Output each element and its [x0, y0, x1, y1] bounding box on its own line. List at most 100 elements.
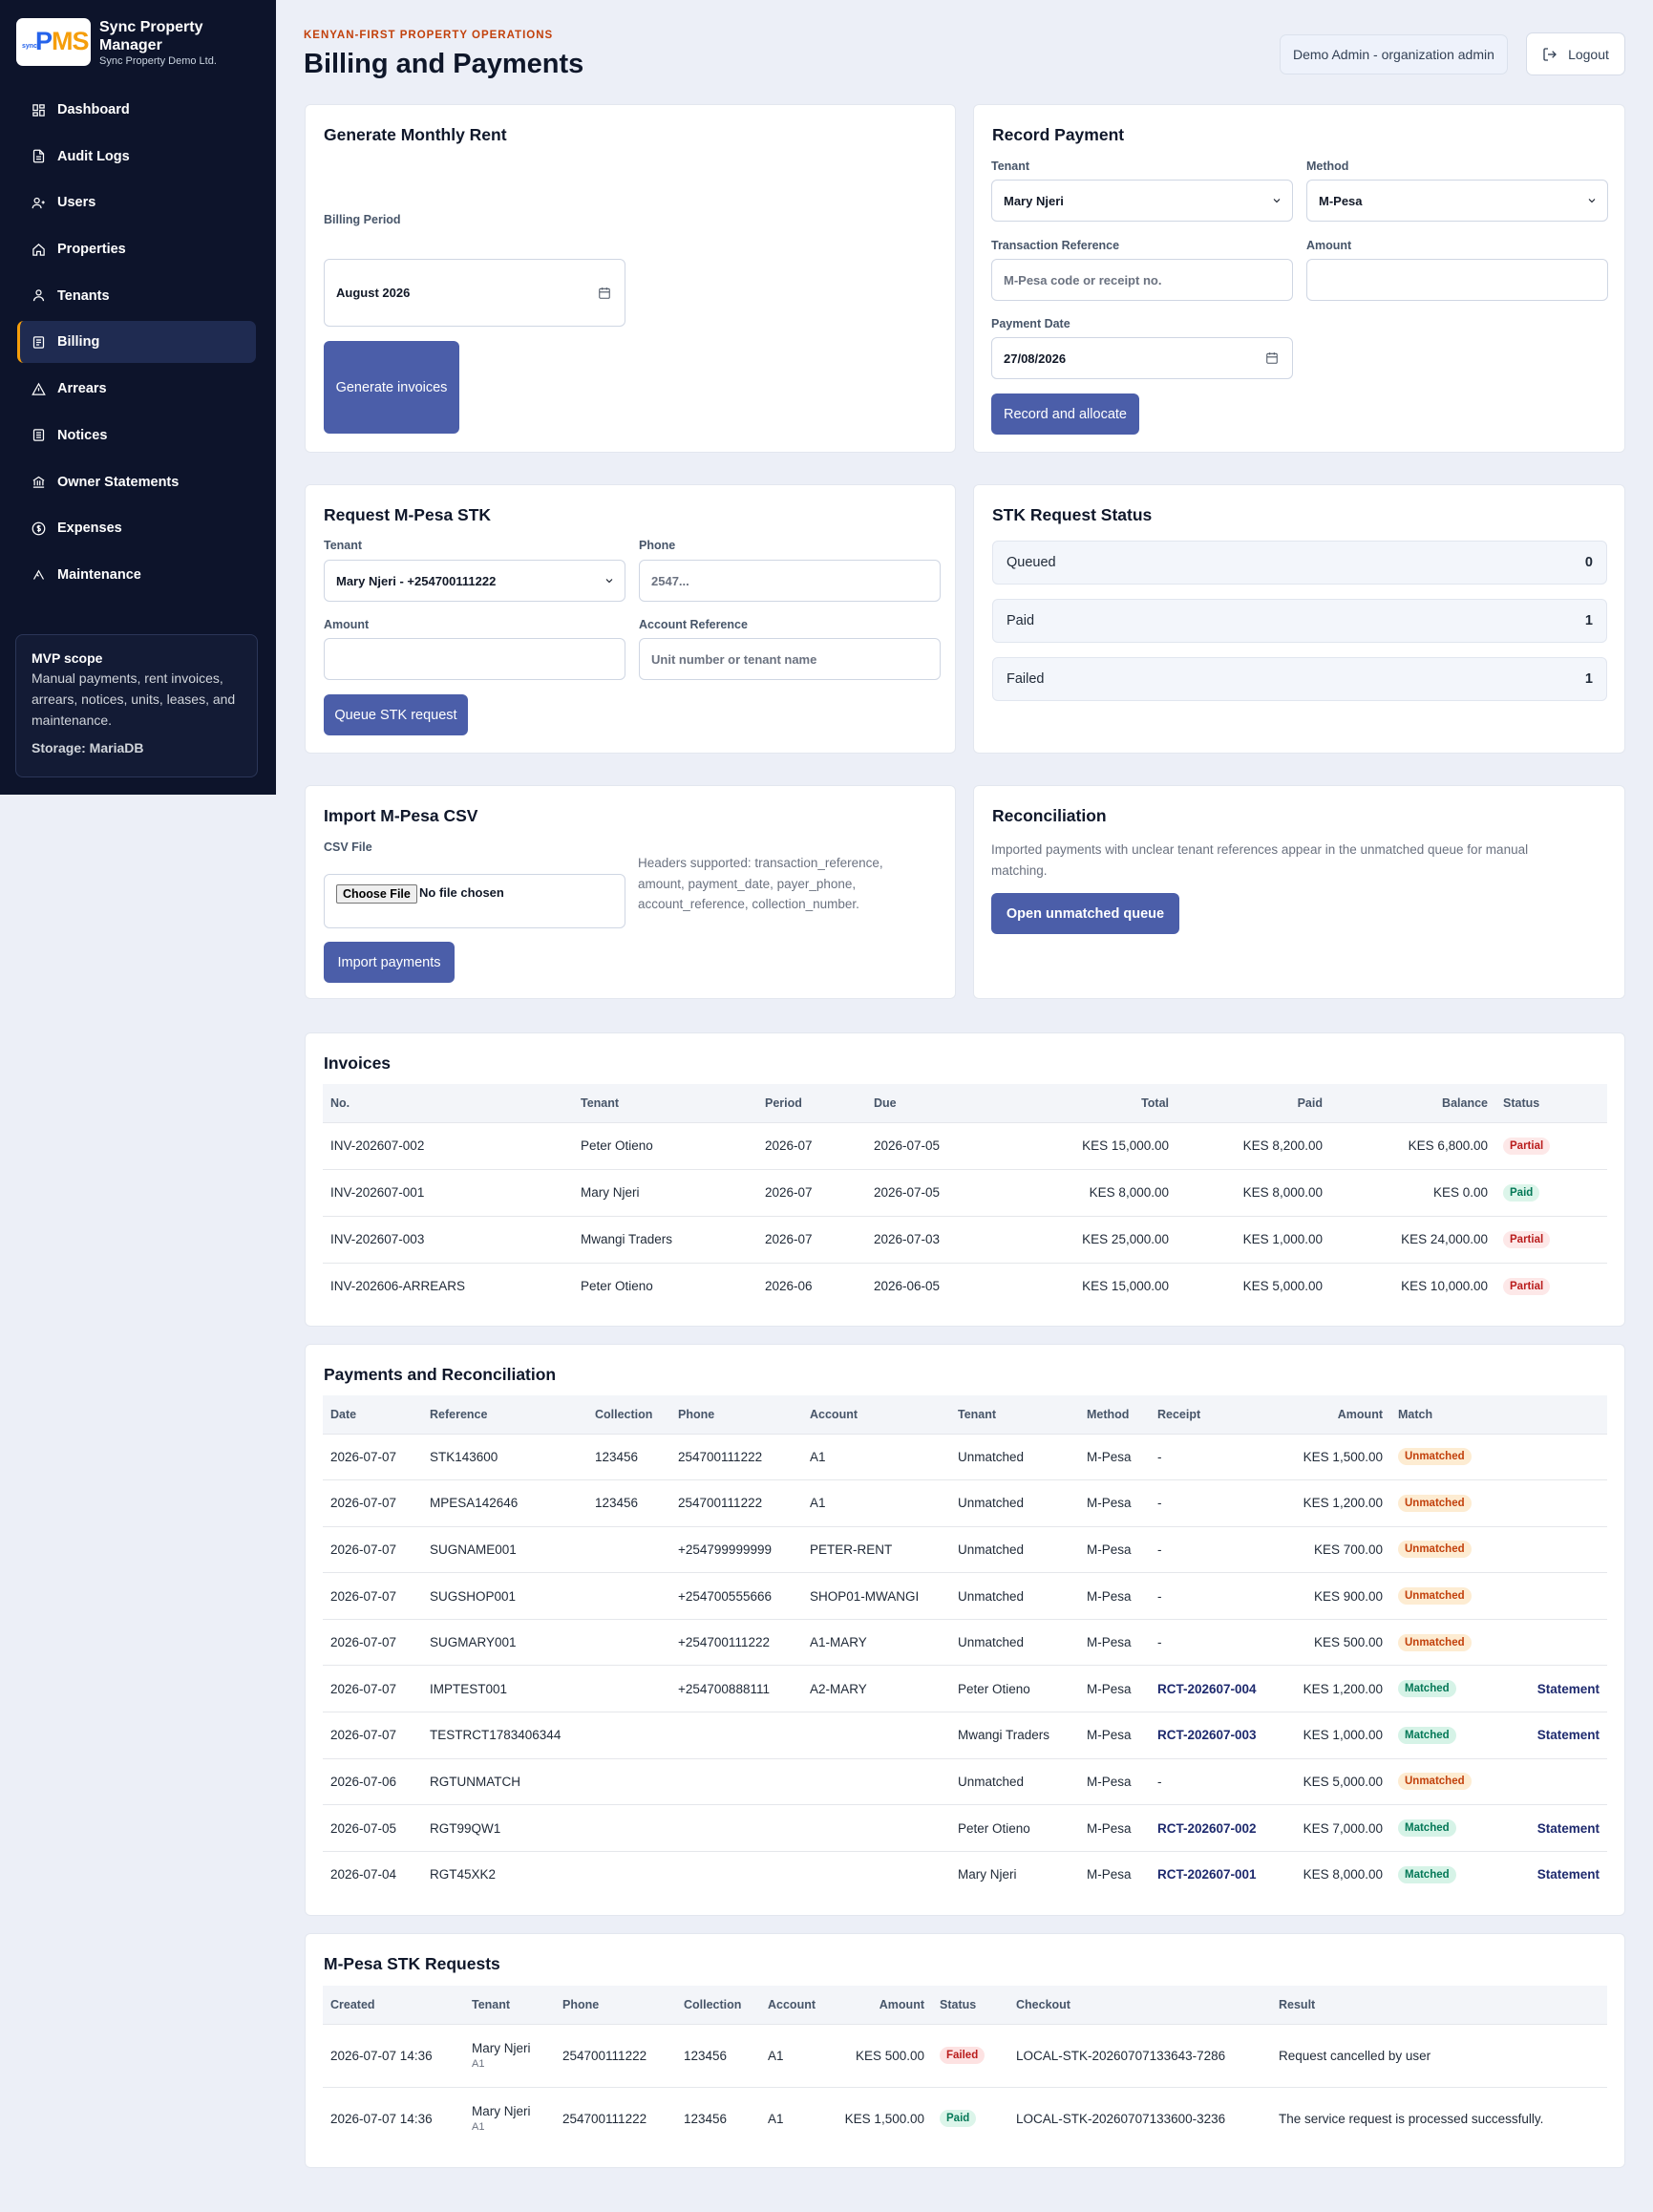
stk-tenant-select[interactable]: Mary Njeri - +254700111222	[324, 560, 625, 602]
column-header: Status	[1503, 1095, 1540, 1110]
table-cell: RCT-202607-003	[1150, 1712, 1270, 1759]
table-cell: Mwangi Traders	[950, 1712, 1079, 1759]
table-row: 2026-07-04 RGT45XK2 Mary Njeri M-Pesa RCT-20…	[323, 1850, 1607, 1898]
account-reference-input[interactable]: Unit number or tenant name	[639, 638, 941, 680]
table-row: 2026-07-07 14:36 Mary Njeri A1 254700111222…	[323, 2023, 1607, 2087]
brand[interactable]: sync PMS Sync Property Manager Sync Prop…	[16, 18, 233, 67]
tenant-name: Mary Njeri	[472, 2041, 531, 2055]
transaction-reference-label: Transaction Reference	[991, 239, 1120, 252]
statement-link[interactable]: Statement	[1537, 1728, 1600, 1742]
sidebar-item-notices[interactable]: Notices	[17, 415, 256, 457]
receipt-link[interactable]: RCT-202607-003	[1157, 1728, 1257, 1742]
column-header: Paid	[1297, 1095, 1323, 1110]
generate-invoices-button[interactable]: Generate invoices	[324, 341, 459, 434]
table-cell: A1-MARY	[802, 1618, 950, 1666]
sidebar-item-expenses[interactable]: Expenses	[17, 507, 256, 549]
sidebar-item-audit-logs[interactable]: Audit Logs	[17, 136, 256, 178]
receipt-link[interactable]: RCT-202607-001	[1157, 1867, 1257, 1882]
table-row: 2026-07-05 RGT99QW1 Peter Otieno M-Pesa RCT-…	[323, 1804, 1607, 1852]
column-header: Tenant	[958, 1407, 997, 1421]
table-row: 2026-07-06 RGTUNMATCH Unmatched M-Pesa - KES …	[323, 1757, 1607, 1805]
sidebar-item-label: Maintenance	[57, 566, 141, 583]
sidebar-item-label: Tenants	[57, 287, 110, 304]
sidebar-item-tenants[interactable]: Tenants	[17, 275, 256, 317]
sidebar-item-dashboard[interactable]: Dashboard	[17, 89, 256, 131]
choose-file-button[interactable]: Choose File	[336, 884, 417, 904]
table-cell: A1	[760, 2023, 824, 2087]
reconciliation-text: Imported payments with unclear tenant re…	[991, 842, 1529, 878]
logo-letters-ms: MS	[52, 27, 89, 55]
column-header: Account	[768, 1997, 816, 2011]
calendar-icon[interactable]	[598, 287, 611, 300]
receipt-link[interactable]: RCT-202607-002	[1157, 1821, 1257, 1836]
table-cell: M-Pesa	[1079, 1757, 1150, 1805]
open-unmatched-queue-button[interactable]: Open unmatched queue	[991, 893, 1179, 934]
brand-org: Sync Property Demo Ltd.	[99, 55, 217, 67]
table-cell: Mary Njeri	[950, 1850, 1079, 1898]
import-csv-title: Import M-Pesa CSV	[324, 806, 478, 825]
table-cell: PETER-RENT	[802, 1525, 950, 1573]
tenant-select[interactable]: Mary Njeri	[991, 180, 1293, 222]
user-chip[interactable]: Demo Admin - organization admin	[1280, 34, 1508, 74]
stat-label: Queued	[1007, 555, 1056, 570]
table-cell: A1	[802, 1479, 950, 1527]
csv-file-input[interactable]: Choose File No file chosen	[324, 874, 625, 928]
table-cell: +254700111222	[670, 1618, 802, 1666]
scope-title: MVP scope	[32, 650, 103, 666]
sidebar-item-users[interactable]: Users	[17, 181, 256, 223]
table-cell: 123456	[587, 1479, 670, 1527]
queue-stk-button[interactable]: Queue STK request	[324, 694, 468, 735]
sidebar-item-arrears[interactable]: Arrears	[17, 368, 256, 410]
table-cell: RGT99QW1	[422, 1804, 587, 1852]
sidebar-item-properties[interactable]: Properties	[17, 228, 256, 270]
table-cell	[670, 1712, 802, 1759]
method-label: Method	[1306, 160, 1349, 173]
statement-link[interactable]: Statement	[1537, 1867, 1600, 1882]
record-allocate-button[interactable]: Record and allocate	[991, 393, 1139, 435]
column-header: Receipt	[1157, 1407, 1201, 1421]
statement-link[interactable]: Statement	[1537, 1682, 1600, 1696]
billing-period-input[interactable]: August 2026	[324, 259, 625, 327]
sidebar-item-billing[interactable]: Billing	[17, 321, 256, 364]
table-row: 2026-07-07 SUGSHOP001 +254700555666 SHOP01-…	[323, 1572, 1607, 1620]
statement-link[interactable]: Statement	[1537, 1821, 1600, 1836]
sidebar-item-owner-statements[interactable]: Owner Statements	[17, 461, 256, 503]
payment-date-input[interactable]: 27/08/2026	[991, 337, 1293, 379]
table-cell: 2026-07-05	[866, 1121, 1009, 1169]
table-cell: A2-MARY	[802, 1665, 950, 1712]
sidebar-item-maintenance[interactable]: Maintenance	[17, 554, 256, 596]
stk-amount-input[interactable]	[324, 638, 625, 680]
table-cell: +254700555666	[670, 1572, 802, 1620]
table-cell: KES 7,000.00	[1270, 1804, 1390, 1852]
brand-name: Sync Property Manager	[99, 19, 203, 53]
column-header: Due	[874, 1095, 897, 1110]
table-cell: Matched	[1390, 1665, 1495, 1712]
table-cell	[587, 1757, 670, 1805]
phone-input[interactable]: 2547...	[639, 560, 941, 602]
sidebar-item-label: Properties	[57, 242, 126, 258]
table-cell: 254700111222	[555, 2023, 676, 2087]
logout-button[interactable]: Logout	[1526, 32, 1625, 75]
users-icon	[31, 195, 46, 210]
table-cell: 2026-06	[757, 1262, 866, 1309]
calendar-icon[interactable]	[1265, 351, 1279, 365]
table-cell: TESTRCT1783406344	[422, 1712, 587, 1759]
table-cell: Unmatched	[950, 1618, 1079, 1666]
logo-letter-p: P	[35, 27, 53, 55]
table-cell: M-Pesa	[1079, 1665, 1150, 1712]
amount-input[interactable]	[1306, 259, 1608, 301]
tenant-name: Mary Njeri	[472, 2104, 531, 2119]
transaction-reference-input[interactable]: M-Pesa code or receipt no.	[991, 259, 1293, 301]
table-cell: 2026-07	[757, 1168, 866, 1216]
method-select[interactable]: M-Pesa	[1306, 180, 1608, 222]
import-payments-button[interactable]: Import payments	[324, 942, 455, 983]
page-kicker: KENYAN-FIRST PROPERTY OPERATIONS	[304, 30, 554, 41]
table-cell: INV-202607-001	[323, 1168, 573, 1216]
table-row: INV-202607-001 Mary Njeri 2026-07 2026-07-0…	[323, 1168, 1607, 1216]
table-cell: Paid	[1495, 1168, 1607, 1216]
table-cell: KES 24,000.00	[1330, 1215, 1495, 1263]
table-row: 2026-07-07 TESTRCT1783406344 Mwangi Trader…	[323, 1712, 1607, 1759]
table-cell: 2026-07-05	[866, 1168, 1009, 1216]
stk-tenant-value: Mary Njeri - +254700111222	[336, 573, 497, 588]
receipt-link[interactable]: RCT-202607-004	[1157, 1682, 1257, 1696]
